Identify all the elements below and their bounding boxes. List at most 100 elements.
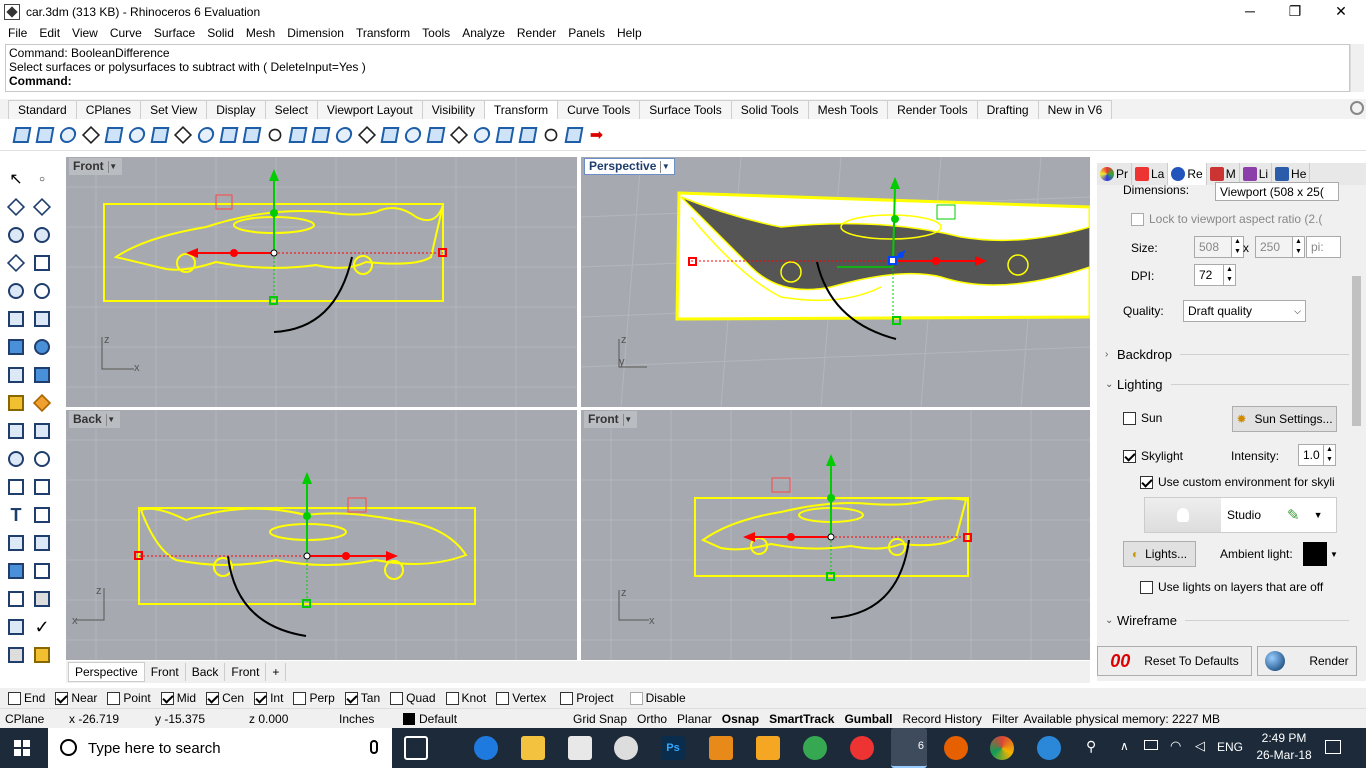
intensity-value[interactable]: 1.0	[1298, 444, 1324, 466]
rotate-icon[interactable]	[79, 124, 102, 146]
lights-off-checkbox[interactable]	[1140, 580, 1153, 594]
dimensions-select[interactable]: Viewport (508 x 25(	[1215, 182, 1339, 201]
chrome-icon[interactable]	[990, 736, 1014, 760]
copy-icon[interactable]	[33, 124, 56, 146]
viewport-tab-perspective[interactable]: Perspective	[68, 662, 145, 682]
cage-edit-icon[interactable]	[447, 124, 470, 146]
viewport-back[interactable]: z x Back ▼	[66, 410, 577, 660]
command-prompt[interactable]: Command:	[9, 74, 1346, 88]
spinner-icon[interactable]: ▲ ▼	[1224, 264, 1236, 286]
tab-solid-tools[interactable]: Solid Tools	[730, 100, 809, 119]
backdrop-section[interactable]: › Backdrop	[1105, 347, 1355, 362]
clock-date[interactable]: 26-Mar-18	[1252, 748, 1316, 762]
layout-icon[interactable]	[4, 531, 28, 555]
explode-icon[interactable]	[30, 475, 54, 499]
chevron-down-icon[interactable]: ▼	[105, 413, 116, 426]
array-grid-icon[interactable]	[309, 124, 332, 146]
ortho-toggle[interactable]: Ortho	[632, 712, 672, 726]
menu-solid[interactable]: Solid	[201, 26, 240, 40]
osnap-checkbox[interactable]	[496, 691, 510, 705]
app-raspberry-icon[interactable]	[850, 736, 874, 760]
osnap-checkbox[interactable]	[160, 691, 174, 705]
stretch-surface-icon[interactable]	[539, 124, 562, 146]
tab-surface-tools[interactable]: Surface Tools	[639, 100, 732, 119]
app-atom-icon[interactable]	[803, 736, 827, 760]
scale-icon[interactable]	[102, 124, 125, 146]
viewport-title-back[interactable]: Back ▼	[69, 411, 120, 428]
dimension-icon[interactable]	[30, 503, 54, 527]
osnap-checkbox[interactable]	[55, 691, 69, 705]
menu-edit[interactable]: Edit	[33, 26, 66, 40]
chevron-down-icon[interactable]: ▼	[1314, 510, 1323, 520]
gumball-widget[interactable]	[743, 454, 972, 581]
lights-button[interactable]: ◐ Lights...	[1123, 541, 1196, 567]
viewport-front-bottom[interactable]: z x Front ▼	[581, 410, 1090, 660]
stretch-icon[interactable]	[355, 124, 378, 146]
menu-analyze[interactable]: Analyze	[456, 26, 511, 40]
windows-start-icon[interactable]	[14, 740, 30, 756]
dpi-field[interactable]: 72 ▲ ▼	[1194, 264, 1236, 286]
viewport-title-front[interactable]: Front ▼	[69, 158, 122, 175]
orient-icon[interactable]	[148, 124, 171, 146]
split-icon[interactable]	[30, 419, 54, 443]
units-indicator[interactable]: Inches	[334, 712, 398, 726]
osnap-mid[interactable]: Mid	[160, 691, 196, 705]
select-arrow-icon[interactable]: ↖	[4, 167, 28, 191]
task-view-icon[interactable]	[404, 736, 428, 760]
rectangle-icon[interactable]	[30, 251, 54, 275]
viewport-tab-front-2[interactable]: Front	[225, 663, 267, 681]
lighting-section[interactable]: ⌄ Lighting	[1105, 377, 1349, 392]
render-button[interactable]: Render	[1257, 646, 1357, 676]
tab-mesh-tools[interactable]: Mesh Tools	[807, 100, 889, 119]
menu-panels[interactable]: Panels	[562, 26, 611, 40]
people-icon[interactable]: ⚲	[1086, 738, 1096, 755]
panel-tab-rendering[interactable]: Re	[1168, 163, 1207, 185]
sun-checkbox[interactable]	[1123, 411, 1136, 425]
wireframe-section[interactable]: ⌄ Wireframe	[1105, 613, 1353, 628]
store-icon[interactable]	[568, 736, 592, 760]
panel-tab-layers[interactable]: La	[1132, 163, 1169, 185]
osnap-int[interactable]: Int	[254, 691, 283, 705]
size-height-value[interactable]: 250	[1255, 236, 1293, 258]
osnap-end[interactable]: End	[8, 691, 45, 705]
fillet-edge-icon[interactable]	[4, 475, 28, 499]
language-indicator[interactable]: ENG	[1217, 740, 1243, 754]
polygon-icon[interactable]	[4, 251, 28, 275]
gear-icon[interactable]	[1350, 101, 1364, 115]
size-height-field[interactable]: 250 ▲ ▼	[1255, 236, 1305, 258]
app-e-icon[interactable]	[709, 736, 733, 760]
boolean-union-icon[interactable]	[4, 447, 28, 471]
move-icon[interactable]	[10, 124, 33, 146]
osnap-checkbox[interactable]	[254, 691, 268, 705]
osnap-checkbox[interactable]	[344, 691, 358, 705]
menu-dimension[interactable]: Dimension	[281, 26, 350, 40]
viewport-front-top[interactable]: z x Front ▼	[66, 157, 577, 407]
distribute-icon[interactable]	[378, 124, 401, 146]
point-icon[interactable]: ○	[30, 167, 54, 191]
tab-set-view[interactable]: Set View	[140, 100, 208, 119]
grid-snap-toggle[interactable]: Grid Snap	[568, 712, 632, 726]
box-icon[interactable]	[4, 335, 28, 359]
polar-array-icon[interactable]	[332, 124, 355, 146]
flow-icon[interactable]	[263, 124, 286, 146]
reset-to-defaults-button[interactable]: 00 Reset To Defaults	[1097, 646, 1252, 676]
analyze-icon[interactable]	[30, 587, 54, 611]
car-model-perspective[interactable]	[675, 191, 1090, 321]
trim-icon[interactable]	[4, 419, 28, 443]
osnap-vertex[interactable]: Vertex	[496, 691, 546, 705]
osnap-knot[interactable]: Knot	[445, 691, 486, 705]
block-icon[interactable]	[30, 531, 54, 555]
panel-scrollbar[interactable]	[1349, 186, 1364, 638]
bend-icon[interactable]	[217, 124, 240, 146]
osnap-checkbox[interactable]	[560, 691, 574, 705]
wifi-icon[interactable]: ◠	[1170, 738, 1181, 754]
gumball-toggle[interactable]: Gumball	[839, 712, 897, 726]
arc-icon[interactable]	[30, 223, 54, 247]
scrollbar-thumb[interactable]	[1352, 276, 1361, 426]
skylight-checkbox[interactable]	[1123, 449, 1136, 463]
twist-icon[interactable]	[194, 124, 217, 146]
battery-icon[interactable]	[1144, 740, 1158, 750]
gumball-widget[interactable]	[134, 472, 398, 608]
more-arrow-icon[interactable]: ➡	[585, 124, 608, 146]
set-points-icon[interactable]	[401, 124, 424, 146]
